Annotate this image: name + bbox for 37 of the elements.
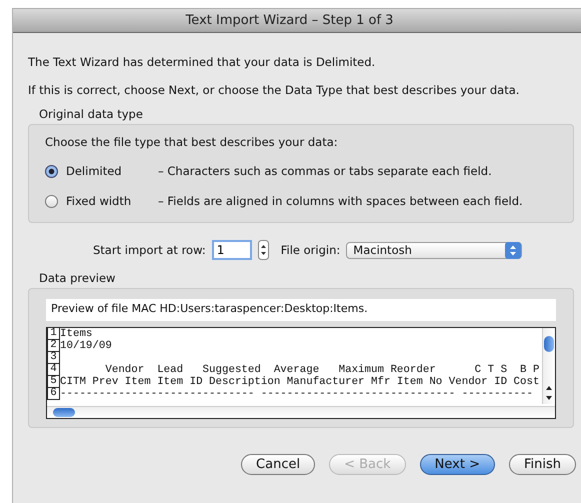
intro-text: The Text Wizard has determined that your data is Delimited. (28, 55, 376, 69)
group-title: Data preview (39, 271, 116, 285)
file-origin-dropdown[interactable]: Macintosh (346, 242, 522, 258)
option-description: – Fields are aligned in columns with spaces between each field. (158, 194, 523, 208)
dialog-button[interactable]: Finish (508, 454, 576, 475)
radio-button[interactable] (45, 194, 58, 208)
line-number: 5 (47, 376, 60, 388)
line-number: 1 (47, 328, 60, 340)
vertical-scrollbar[interactable] (542, 328, 555, 404)
start-row-field[interactable]: 1 (212, 240, 252, 260)
group-title: Original data type (39, 107, 144, 121)
scroll-thumb[interactable] (544, 336, 554, 352)
radio-button[interactable] (45, 164, 58, 178)
dropdown-arrows-icon[interactable] (505, 242, 522, 258)
dialog-button[interactable]: Cancel (241, 454, 316, 475)
preview-line: Vendor Lead Suggested Average Maximum Reorder C T S B P (104, 364, 540, 376)
option-description: – Characters such as commas or tabs separate each field. (158, 164, 492, 178)
line-number: 6 (47, 388, 60, 400)
prompt-text: Choose the file type that best describes your data: (45, 135, 339, 149)
file-origin-label: File origin: (280, 243, 340, 257)
dialog-button[interactable]: Next > (420, 454, 495, 475)
preview-line: CITM Prev Item Item ID Description Manufacturer Mfr Item No Vendor ID Cost (60, 376, 540, 388)
radio-label[interactable]: Fixed width (66, 194, 154, 208)
window-title: Text Import Wizard – Step 1 of 3 (186, 13, 394, 28)
scroll-thumb[interactable] (53, 408, 75, 417)
line-number: 4 (47, 364, 60, 376)
preview-caption: Preview of file MAC HD:Users:taraspencer:Desktop:Items. (46, 299, 556, 321)
line-number: 2 (47, 340, 60, 352)
intro-text: If this is correct, choose Next, or choose the Data Type that best describes your data. (28, 83, 520, 97)
line-number: 3 (47, 352, 60, 364)
start-row-label: Start import at row: (93, 243, 206, 257)
preview-line: 10/19/09 (60, 340, 112, 352)
horizontal-scrollbar[interactable] (47, 406, 555, 418)
preview-line: Items (60, 328, 92, 340)
stepper-icon[interactable] (258, 240, 269, 260)
radio-label[interactable]: Delimited (66, 164, 154, 178)
preview-line: ------------------------------ ------------------------------ ----------- (60, 388, 533, 400)
